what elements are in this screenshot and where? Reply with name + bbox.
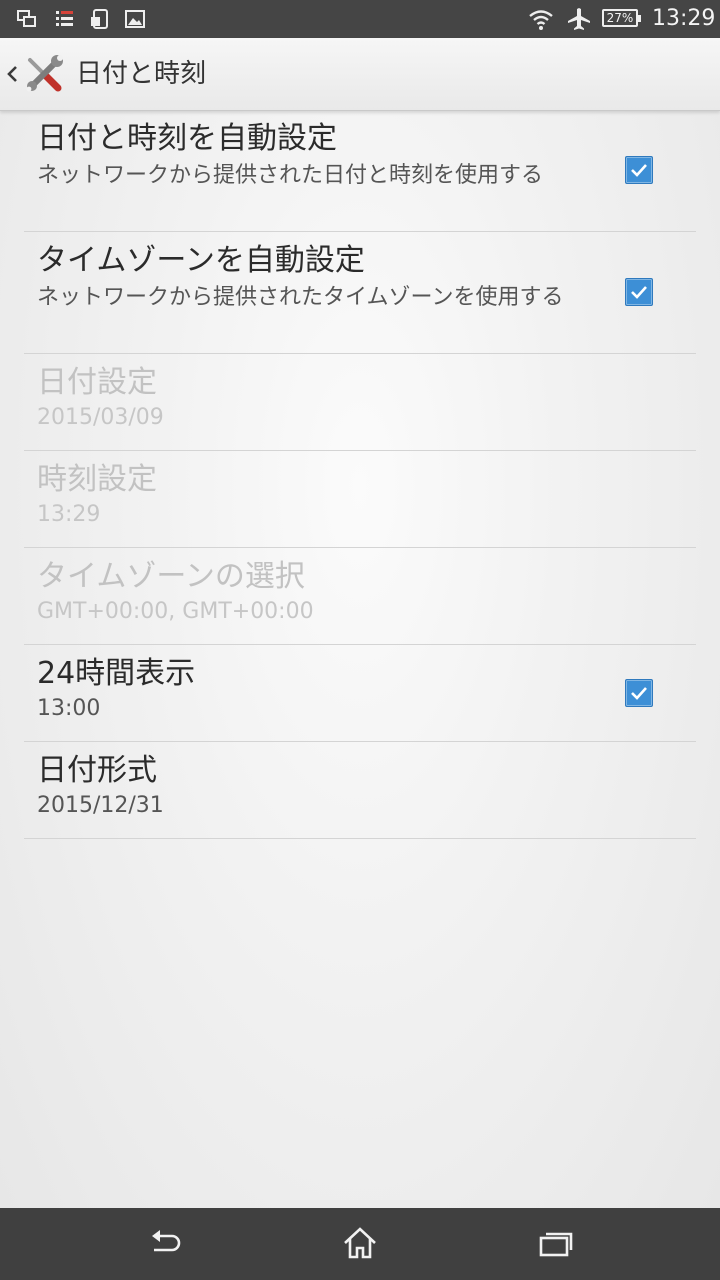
wifi-icon (528, 7, 554, 35)
setting-title: タイムゾーンの選択 (37, 559, 305, 594)
home-button[interactable] (330, 1224, 390, 1264)
status-bar: 27% 13:29 (0, 0, 720, 38)
setting-summary: 2015/03/09 (37, 405, 164, 430)
setting-summary: 2015/12/31 (37, 793, 164, 818)
setting-24-hour-format[interactable]: 24時間表示 13:00 (24, 645, 696, 742)
settings-list: 日付と時刻を自動設定 ネットワークから提供された日付と時刻を使用する タイムゾー… (24, 110, 696, 839)
setting-set-date: 日付設定 2015/03/09 (24, 354, 696, 451)
setting-title: 24時間表示 (37, 656, 196, 691)
image-icon (124, 8, 146, 30)
setting-date-format[interactable]: 日付形式 2015/12/31 (24, 742, 696, 839)
setting-title: 日付と時刻を自動設定 (37, 121, 337, 156)
recent-apps-button[interactable] (526, 1224, 586, 1264)
back-button[interactable] (136, 1224, 196, 1264)
setting-select-time-zone: タイムゾーンの選択 GMT+00:00, GMT+00:00 (24, 548, 696, 645)
status-clock: 13:29 (652, 6, 716, 31)
navigation-bar (0, 1208, 720, 1280)
setting-summary: GMT+00:00, GMT+00:00 (37, 599, 314, 624)
auto-date-time-checkbox[interactable] (625, 156, 653, 184)
setting-title: 日付設定 (37, 365, 157, 400)
back-icon (152, 1230, 181, 1252)
24-hour-format-checkbox[interactable] (625, 679, 653, 707)
setting-title: 日付形式 (37, 753, 157, 788)
setting-summary: ネットワークから提供された日付と時刻を使用する (37, 163, 544, 188)
setting-title: 時刻設定 (37, 462, 157, 497)
settings-tools-icon[interactable] (22, 52, 66, 96)
setting-set-time: 時刻設定 13:29 (24, 451, 696, 548)
setting-summary: 13:29 (37, 502, 101, 527)
chevron-left-icon[interactable] (4, 60, 20, 88)
airplane-mode-icon (566, 7, 592, 35)
action-bar: 日付と時刻 (0, 38, 720, 111)
checkmark-icon (631, 164, 647, 177)
screen-mirror-icon (16, 8, 38, 30)
tasks-icon (54, 8, 76, 30)
setting-title: タイムゾーンを自動設定 (37, 243, 365, 278)
setting-auto-date-time[interactable]: 日付と時刻を自動設定 ネットワークから提供された日付と時刻を使用する (24, 110, 696, 232)
file-transfer-icon (89, 8, 111, 30)
auto-time-zone-checkbox[interactable] (625, 278, 653, 306)
checkmark-icon (631, 687, 647, 700)
recent-apps-icon (539, 1232, 573, 1257)
page-title: 日付と時刻 (76, 59, 207, 89)
setting-auto-time-zone[interactable]: タイムゾーンを自動設定 ネットワークから提供されたタイムゾーンを使用する (24, 232, 696, 354)
checkmark-icon (631, 286, 647, 299)
home-icon (344, 1227, 376, 1259)
setting-summary: ネットワークから提供されたタイムゾーンを使用する (37, 285, 564, 310)
setting-summary: 13:00 (37, 696, 101, 721)
battery-indicator: 27% (602, 9, 641, 27)
